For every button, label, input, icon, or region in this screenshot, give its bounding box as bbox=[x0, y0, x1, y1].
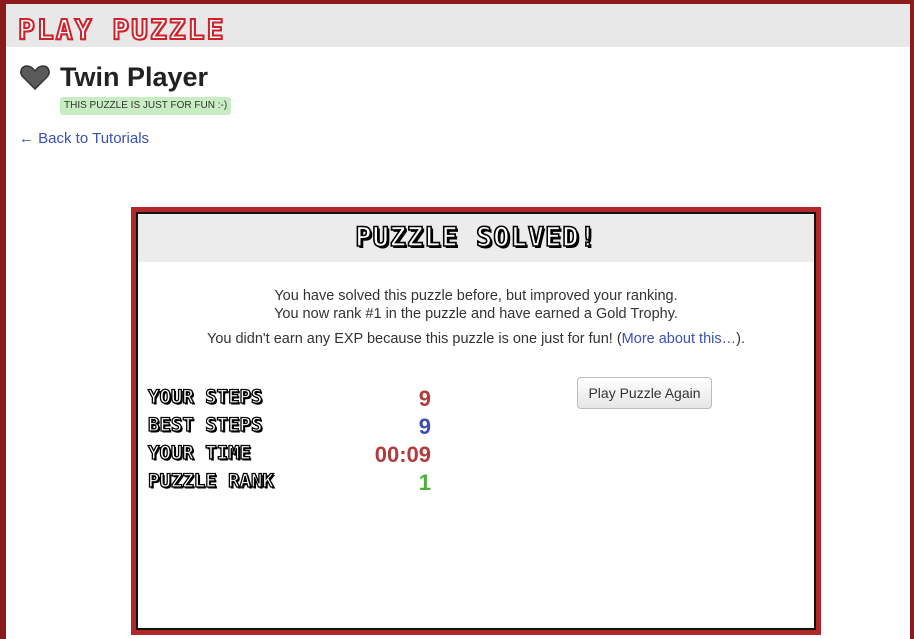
puzzle-rank-label: PUZZLE RANK bbox=[147, 469, 274, 492]
exp-message: You didn't earn any EXP because this puz… bbox=[138, 331, 814, 347]
your-time-value: 00:09 bbox=[374, 442, 431, 467]
more-about-this-link[interactable]: More about this… bbox=[622, 331, 736, 347]
page-title: Twin Player bbox=[60, 62, 209, 92]
message-line-1: You have solved this puzzle before, but … bbox=[274, 288, 678, 304]
your-time-label: YOUR TIME bbox=[147, 441, 251, 464]
best-steps-value: 9 bbox=[418, 414, 431, 439]
back-to-tutorials-link[interactable]: ← Back to Tutorials bbox=[19, 130, 149, 147]
result-panel-inner: PUZZLE SOLVED! You have solved this puzz… bbox=[136, 212, 816, 630]
exp-text: You didn't earn any EXP because this puz… bbox=[207, 331, 622, 347]
site-logo[interactable]: PLAY PUZZLE bbox=[17, 12, 225, 47]
exp-text-end: ). bbox=[736, 331, 745, 347]
result-panel-header: PUZZLE SOLVED! bbox=[138, 214, 814, 262]
puzzle-rank-value: 1 bbox=[418, 470, 431, 495]
site-header: PLAY PUZZLE bbox=[6, 4, 910, 47]
heart-icon[interactable] bbox=[20, 64, 50, 90]
your-steps-value: 9 bbox=[418, 386, 431, 411]
message-line-2: You now rank #1 in the puzzle and have e… bbox=[274, 306, 678, 322]
just-for-fun-badge: THIS PUZZLE IS JUST FOR FUN :-) bbox=[60, 97, 232, 115]
puzzle-solved-heading: PUZZLE SOLVED! bbox=[354, 221, 597, 254]
best-steps-label: BEST STEPS bbox=[147, 413, 263, 436]
result-panel: PUZZLE SOLVED! You have solved this puzz… bbox=[131, 207, 821, 635]
play-puzzle-again-button[interactable]: Play Puzzle Again bbox=[577, 377, 712, 409]
your-steps-label: YOUR STEPS bbox=[147, 385, 263, 408]
